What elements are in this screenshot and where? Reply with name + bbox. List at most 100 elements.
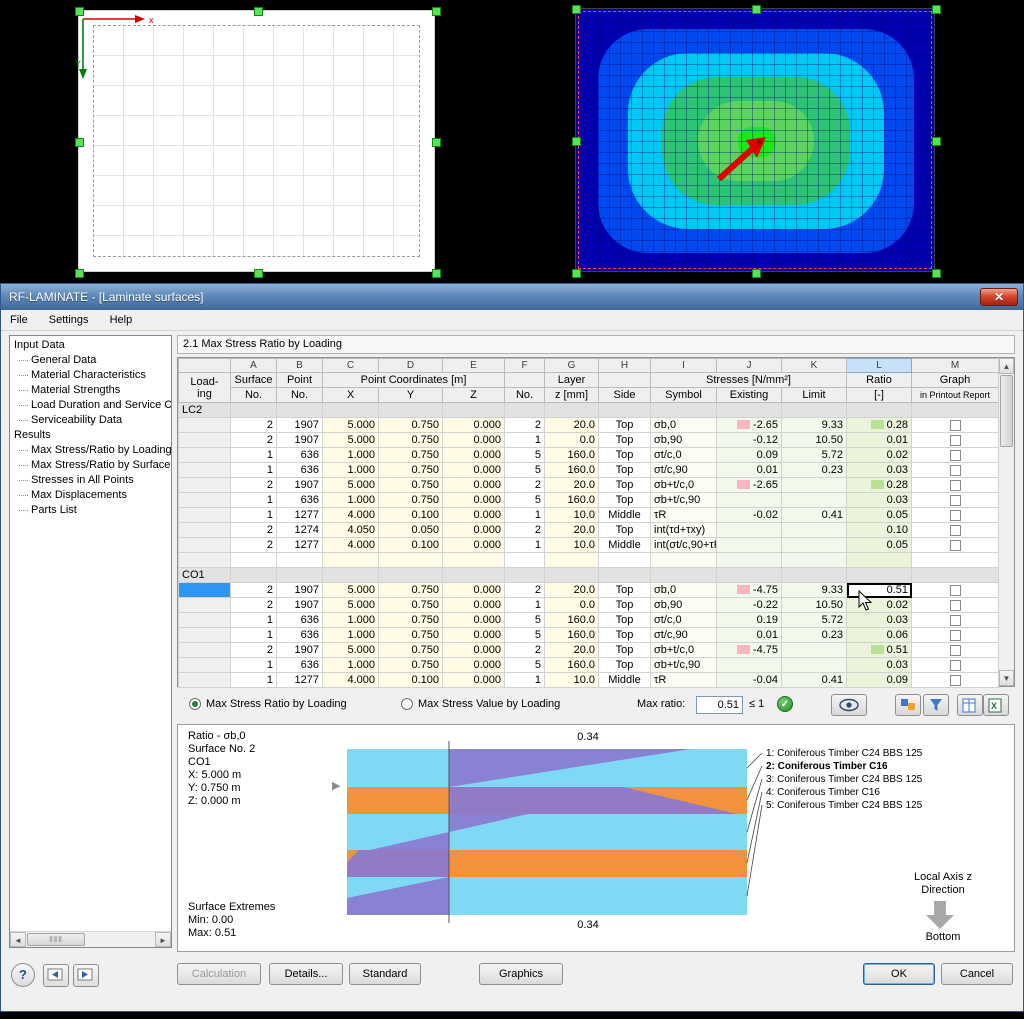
cell-surface-no[interactable]: 1	[231, 673, 277, 688]
cell-side[interactable]: Top	[599, 583, 651, 598]
cell-side[interactable]: Top	[599, 643, 651, 658]
cell-surface-no[interactable]: 2	[231, 538, 277, 553]
cell-coord-y[interactable]: 0.100	[379, 673, 443, 688]
cell-side[interactable]: Top	[599, 658, 651, 673]
selection-handle[interactable]	[75, 7, 84, 16]
jump-to-tables-button[interactable]	[73, 964, 99, 987]
cell-coord-y[interactable]: 0.750	[379, 493, 443, 508]
cell-surface-no[interactable]: 1	[231, 448, 277, 463]
cell-coord-z[interactable]: 0.000	[443, 463, 505, 478]
cell-ratio[interactable]: 0.05	[847, 538, 912, 553]
hscroll-thumb[interactable]: ⦀⦀⦀	[27, 933, 85, 946]
col-letter[interactable]: A	[231, 359, 277, 373]
cell-point-no[interactable]: 1907	[277, 643, 323, 658]
tree-item-load-duration-and-service-clas[interactable]: Load Duration and Service Clas	[10, 398, 171, 413]
cell-ratio[interactable]: 0.28	[847, 418, 912, 433]
table-row[interactable]: 16361.0000.7500.0005160.0Topσt/c,00.195.…	[179, 613, 999, 628]
tree-item-max-stress-ratio-by-surface[interactable]: Max Stress/Ratio by Surface	[10, 458, 171, 473]
table-row[interactable]: 219075.0000.7500.00010.0Topσb,90-0.2210.…	[179, 598, 999, 613]
selection-handle[interactable]	[254, 269, 263, 278]
cell-symbol[interactable]: σb+t/c,0	[651, 643, 717, 658]
col-letter[interactable]: K	[782, 359, 847, 373]
cell-surface-no[interactable]: 2	[231, 598, 277, 613]
table-row[interactable]: 16361.0000.7500.0005160.0Topσb+t/c,900.0…	[179, 658, 999, 673]
cell-coord-z[interactable]: 0.000	[443, 478, 505, 493]
cell-existing[interactable]	[717, 523, 782, 538]
help-button[interactable]: ?	[11, 963, 35, 987]
report-checkbox[interactable]	[950, 630, 961, 641]
cell-layer-no[interactable]: 5	[505, 463, 545, 478]
cell-point-no[interactable]: 1907	[277, 583, 323, 598]
row-select-cell[interactable]	[179, 523, 231, 538]
standard-button[interactable]: Standard	[349, 963, 421, 985]
table-row[interactable]: 112774.0000.1000.000110.0MiddleτR-0.020.…	[179, 508, 999, 523]
scroll-thumb[interactable]	[1000, 375, 1013, 447]
cell-point-no[interactable]: 636	[277, 493, 323, 508]
cell-ratio[interactable]: 0.03	[847, 658, 912, 673]
row-select-cell[interactable]	[179, 598, 231, 613]
table-row[interactable]: 212744.0500.0500.000220.0Topint(τd+τxy)0…	[179, 523, 999, 538]
report-checkbox[interactable]	[950, 615, 961, 626]
row-select-cell[interactable]	[179, 613, 231, 628]
cell-report[interactable]	[912, 628, 999, 643]
cell-report[interactable]	[912, 658, 999, 673]
cell-existing[interactable]: -0.04	[717, 673, 782, 688]
cell-side[interactable]: Top	[599, 493, 651, 508]
report-checkbox[interactable]	[950, 495, 961, 506]
cell-side[interactable]: Top	[599, 523, 651, 538]
radio-max-stress-value[interactable]	[401, 698, 413, 710]
report-checkbox[interactable]	[950, 585, 961, 596]
cell-ratio[interactable]: 0.51	[847, 643, 912, 658]
selection-handle[interactable]	[75, 138, 84, 147]
tree-item-max-stress-ratio-by-loading[interactable]: Max Stress/Ratio by Loading	[10, 443, 171, 458]
cell-layer-z[interactable]: 160.0	[545, 613, 599, 628]
cell-coord-z[interactable]: 0.000	[443, 418, 505, 433]
cell-coord-x[interactable]: 5.000	[323, 598, 379, 613]
scroll-down-arrow[interactable]: ▼	[999, 670, 1014, 686]
cell-existing[interactable]: -0.12	[717, 433, 782, 448]
col-letter[interactable]: C	[323, 359, 379, 373]
cell-layer-z[interactable]: 160.0	[545, 493, 599, 508]
cell-coord-x[interactable]: 1.000	[323, 628, 379, 643]
cell-coord-y[interactable]: 0.750	[379, 643, 443, 658]
selection-handle[interactable]	[752, 269, 761, 278]
stress-contour-view[interactable]	[575, 8, 935, 272]
cell-layer-no[interactable]: 5	[505, 658, 545, 673]
cell-coord-x[interactable]: 5.000	[323, 643, 379, 658]
cell-report[interactable]	[912, 598, 999, 613]
cell-point-no[interactable]: 1907	[277, 433, 323, 448]
report-checkbox[interactable]	[950, 675, 961, 686]
cell-report[interactable]	[912, 463, 999, 478]
cell-coord-z[interactable]: 0.000	[443, 583, 505, 598]
cell-symbol[interactable]: σb,90	[651, 433, 717, 448]
selection-handle[interactable]	[572, 137, 581, 146]
cell-report[interactable]	[912, 538, 999, 553]
report-checkbox[interactable]	[950, 645, 961, 656]
excel-export-button[interactable]: X	[983, 694, 1009, 716]
table-row[interactable]: 219075.0000.7500.00010.0Topσb,90-0.1210.…	[179, 433, 999, 448]
cell-layer-z[interactable]: 20.0	[545, 418, 599, 433]
cell-report[interactable]	[912, 433, 999, 448]
cell-surface-no[interactable]: 2	[231, 418, 277, 433]
cell-coord-x[interactable]: 4.000	[323, 508, 379, 523]
cell-symbol[interactable]: σt/c,90	[651, 628, 717, 643]
selection-handle[interactable]	[752, 5, 761, 14]
cell-surface-no[interactable]: 1	[231, 508, 277, 523]
hscroll-right-arrow[interactable]: ►	[155, 932, 171, 947]
report-checkbox[interactable]	[950, 450, 961, 461]
cell-surface-no[interactable]: 1	[231, 493, 277, 508]
cell-coord-y[interactable]: 0.750	[379, 628, 443, 643]
cell-coord-z[interactable]: 0.000	[443, 613, 505, 628]
cell-limit[interactable]: 0.23	[782, 463, 847, 478]
cell-report[interactable]	[912, 643, 999, 658]
cell-layer-no[interactable]: 2	[505, 523, 545, 538]
cancel-button[interactable]: Cancel	[941, 963, 1013, 985]
col-letter[interactable]: E	[443, 359, 505, 373]
cell-ratio[interactable]: 0.03	[847, 463, 912, 478]
cell-layer-no[interactable]: 1	[505, 433, 545, 448]
cell-layer-no[interactable]: 1	[505, 673, 545, 688]
cell-layer-z[interactable]: 10.0	[545, 508, 599, 523]
model-wireframe-view[interactable]: x Y	[78, 10, 435, 272]
report-checkbox[interactable]	[950, 540, 961, 551]
row-select-cell[interactable]	[179, 583, 231, 598]
